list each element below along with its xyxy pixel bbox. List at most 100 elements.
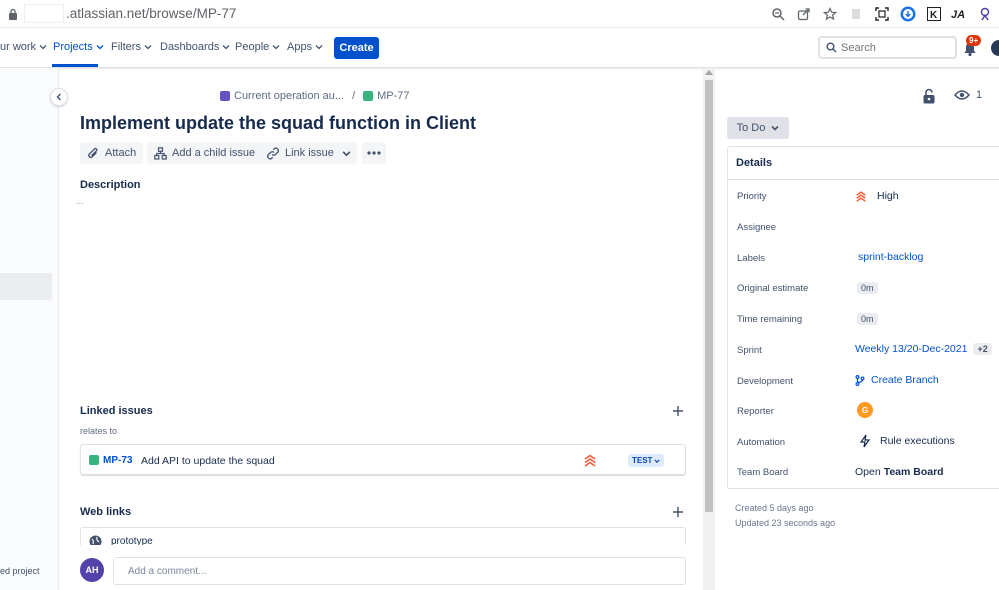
- share-icon[interactable]: [791, 4, 817, 24]
- chevron-down-icon: [771, 125, 779, 131]
- search-icon: [826, 42, 837, 53]
- collapse-sidebar-button[interactable]: [50, 88, 68, 106]
- description-content[interactable]: ...: [76, 196, 84, 206]
- nav-your-work-label: ur work: [0, 41, 37, 53]
- linked-issues-heading: Linked issues: [80, 405, 153, 417]
- top-navigation: ur work Projects Filters Dashboards Peop…: [0, 28, 999, 68]
- profile-sync-icon[interactable]: [895, 4, 921, 24]
- priority-high-icon: [856, 191, 866, 202]
- nav-projects[interactable]: Projects: [53, 41, 104, 53]
- details-heading[interactable]: Details: [736, 157, 772, 169]
- add-web-link-icon[interactable]: [672, 506, 684, 518]
- ja-extension-icon[interactable]: JA: [947, 4, 973, 24]
- browser-toolbar: .atlassian.net/browse/MP-77 K JA: [0, 0, 999, 28]
- label-sprint-backlog[interactable]: sprint-backlog: [858, 251, 923, 263]
- web-link-row[interactable]: prototype: [80, 527, 686, 545]
- web-link-text[interactable]: prototype: [111, 536, 153, 545]
- user-avatar[interactable]: [991, 40, 999, 56]
- priority-high-icon: [584, 454, 596, 467]
- chevron-down-icon: [654, 458, 661, 463]
- link-icon: [267, 147, 279, 159]
- link-relation-label: relates to: [80, 426, 118, 436]
- reporter-field[interactable]: G: [857, 402, 873, 418]
- sprint-field[interactable]: Weekly 13/20-Dec-2021 +2: [855, 343, 992, 355]
- breadcrumb-issue-key[interactable]: MP-77: [377, 90, 409, 102]
- nav-dashboards[interactable]: Dashboards: [160, 41, 230, 53]
- development-label: Development: [737, 376, 793, 387]
- priority-value: High: [877, 190, 899, 202]
- reporter-label: Reporter: [737, 406, 774, 417]
- zoom-icon[interactable]: [765, 4, 791, 24]
- create-button[interactable]: Create: [334, 37, 379, 59]
- link-issue-dropdown[interactable]: [335, 142, 357, 164]
- k-extension-icon[interactable]: K: [921, 4, 947, 24]
- create-branch-link[interactable]: Create Branch: [855, 374, 939, 386]
- comment-input[interactable]: [113, 557, 686, 585]
- issue-title[interactable]: Implement update the squad function in C…: [80, 113, 476, 134]
- priority-field[interactable]: High: [855, 190, 899, 202]
- watchers-count: 1: [976, 89, 983, 101]
- team-board-link[interactable]: Team Board: [884, 466, 944, 478]
- star-icon[interactable]: [817, 4, 843, 24]
- chevron-down-icon: [96, 45, 104, 50]
- story-icon: [363, 91, 374, 101]
- breadcrumb: Current operation au... / MP-77: [220, 90, 410, 102]
- gadget-extension-icon[interactable]: [973, 4, 999, 24]
- linked-issue-summary[interactable]: Add API to update the squad: [141, 455, 275, 467]
- team-board-prefix: Open: [855, 466, 881, 478]
- sidebar-item-selected[interactable]: [0, 273, 52, 300]
- sidebar-bottom-text[interactable]: ed project: [0, 566, 40, 576]
- unlock-icon[interactable]: [922, 88, 936, 104]
- add-child-issue-button[interactable]: Add a child issue: [147, 142, 263, 164]
- paperclip-icon: [88, 147, 98, 158]
- scrollbar-thumb[interactable]: [705, 80, 713, 512]
- nav-filters-label: Filters: [111, 41, 141, 53]
- sprint-value[interactable]: Weekly 13/20-Dec-2021: [855, 343, 967, 355]
- more-actions-button[interactable]: [362, 142, 386, 164]
- linked-issue-row[interactable]: MP-73 Add API to update the squad TEST: [80, 444, 686, 475]
- reading-list-icon[interactable]: [843, 4, 869, 24]
- nav-people[interactable]: People: [235, 41, 280, 53]
- eye-icon: [954, 90, 970, 100]
- assignee-label: Assignee: [737, 222, 777, 233]
- nav-your-work[interactable]: ur work: [0, 41, 47, 53]
- sprint-label: Sprint: [737, 345, 762, 356]
- automation-label: Automation: [737, 437, 786, 448]
- original-estimate-field[interactable]: 0m: [857, 282, 878, 294]
- scroll-up-arrow-icon[interactable]: [705, 70, 713, 75]
- address-bar-url[interactable]: .atlassian.net/browse/MP-77: [66, 6, 236, 21]
- linked-issue-status[interactable]: TEST: [628, 454, 665, 467]
- chevron-down-icon: [272, 45, 280, 50]
- chevron-left-icon: [56, 93, 61, 101]
- automation-field[interactable]: Rule executions: [859, 434, 955, 448]
- active-nav-indicator: [52, 64, 98, 67]
- search-input[interactable]: [841, 41, 941, 54]
- status-dropdown[interactable]: To Do: [727, 117, 789, 139]
- add-child-issue-label: Add a child issue: [172, 147, 256, 159]
- nav-filters[interactable]: Filters: [111, 41, 152, 53]
- epic-icon: [220, 91, 230, 101]
- time-remaining-field[interactable]: 0m: [857, 313, 878, 325]
- hierarchy-icon: [154, 146, 167, 160]
- team-board-label: Team Board: [737, 467, 789, 478]
- link-issue-button[interactable]: Link issue: [259, 142, 341, 164]
- search-box[interactable]: [818, 36, 957, 59]
- team-board-field[interactable]: Open Team Board: [855, 466, 944, 478]
- nav-apps[interactable]: Apps: [287, 41, 323, 53]
- nav-dashboards-label: Dashboards: [160, 41, 220, 53]
- linked-issue-key[interactable]: MP-73: [103, 455, 132, 466]
- original-estimate-value: 0m: [857, 282, 878, 294]
- sprint-more-badge[interactable]: +2: [973, 343, 992, 355]
- add-linked-issue-icon[interactable]: [672, 405, 684, 417]
- breadcrumb-parent[interactable]: Current operation au...: [234, 90, 344, 102]
- original-estimate-label: Original estimate: [737, 283, 809, 294]
- reporter-avatar: G: [857, 402, 873, 418]
- attach-button[interactable]: Attach: [80, 142, 144, 164]
- link-issue-label: Link issue: [285, 147, 334, 159]
- breadcrumb-separator: /: [352, 90, 356, 102]
- nav-people-label: People: [235, 41, 270, 53]
- watchers-button[interactable]: 1: [954, 89, 982, 101]
- time-remaining-value: 0m: [857, 313, 878, 325]
- chevron-down-icon: [39, 45, 47, 50]
- tab-capture-icon[interactable]: [869, 4, 895, 24]
